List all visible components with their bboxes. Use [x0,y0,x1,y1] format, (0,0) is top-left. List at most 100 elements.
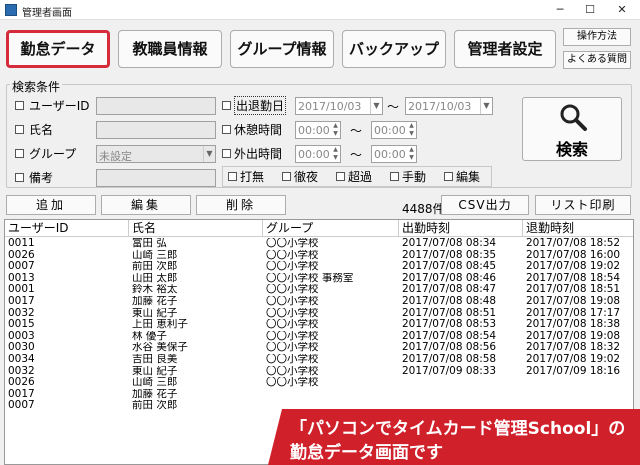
name-checkbox[interactable] [15,125,24,134]
flag-checkbox-dakunashi[interactable] [228,172,237,181]
flag-label-tetsuya: 徹夜 [294,170,319,184]
csv-export-button[interactable]: CSV出力 [441,195,529,215]
table-cell: 前田 次郎 [132,400,178,412]
chevron-down-icon[interactable]: ▼ [370,98,382,114]
table-cell: 2017/07/08 19:02 [526,354,621,365]
table-cell: 2017/07/08 18:52 [526,238,621,249]
record-count: 4488件 [402,202,445,216]
table-row[interactable]: 0011 富田 弘 〇〇小学校 2017/07/08 08:34 2017/07/08 … [5,238,633,250]
table-row[interactable]: 0017 加藤 花子 〇〇小学校 2017/07/08 08:48 2017/07/08… [5,296,633,308]
table-cell: 2017/07/08 08:48 [402,296,497,307]
howto-button[interactable]: 操作方法 [563,28,631,46]
flag-checkbox-tetsuya[interactable] [282,172,291,181]
table-cell: 〇〇小学校 [266,377,319,389]
banner-line-1: 「パソコンでタイムカード管理School」の [290,419,626,439]
break-to-input[interactable]: 00:00 ▲ ▼ [371,121,417,139]
print-list-button[interactable]: リスト印刷 [535,195,631,215]
add-button[interactable]: 追加 [6,195,96,215]
remarks-checkbox[interactable] [15,173,24,182]
table-header: ユーザーID 氏名 グループ 出勤時刻 退勤時刻 [5,220,633,237]
table-cell: 0015 [8,319,35,331]
flag-label-shudou: 手動 [402,170,427,184]
chevron-down-icon[interactable]: ▼ [480,98,492,114]
table-cell: 2017/07/08 18:38 [526,319,621,331]
name-input[interactable] [96,121,216,139]
table-cell: 2017/07/09 08:33 [402,365,497,377]
date-from-input[interactable]: 2017/10/03 ▼ [295,97,383,115]
table-cell: 0026 [8,249,35,261]
table-cell: 0017 [8,296,35,307]
user-id-checkbox[interactable] [15,101,24,110]
table-cell: 山田 太郎 [132,272,178,284]
minimize-icon[interactable]: ─ [548,2,572,18]
date-tilde: 〜 [387,100,400,114]
flag-checkbox-shudou[interactable] [390,172,399,181]
out-checkbox[interactable] [222,149,231,158]
remarks-input[interactable] [96,169,216,187]
group-select[interactable]: 未設定 ▼ [96,145,216,163]
column-header-clock-in[interactable]: 出勤時刻 [399,220,523,237]
spinner-icon[interactable]: ▲ ▼ [331,146,340,162]
tab-admin-settings[interactable]: 管理者設定 [454,30,556,68]
table-cell: 0032 [8,307,35,319]
table-cell: 2017/07/08 18:51 [526,284,621,296]
table-row[interactable]: 0007 前田 次郎 〇〇小学校 2017/07/08 08:45 2017/07/08… [5,261,633,273]
table-cell: 2017/07/08 08:35 [402,249,497,261]
break-from-value: 00:00 [298,124,330,137]
column-header-group[interactable]: グループ [263,220,399,237]
table-cell: 2017/07/08 18:54 [526,272,621,284]
spinner-icon[interactable]: ▲ ▼ [407,146,416,162]
edit-button[interactable]: 編集 [101,195,191,215]
table-cell: 山崎 三郎 [132,377,178,389]
table-row[interactable]: 0015 上田 恵利子 〇〇小学校 2017/07/08 08:53 2017/07/0… [5,319,633,331]
flag-checkbox-chouka[interactable] [336,172,345,181]
table-cell: 2017/07/08 17:17 [526,307,621,319]
column-header-clock-out[interactable]: 退勤時刻 [523,220,633,237]
table-row[interactable]: 0003 林 優子 〇〇小学校 2017/07/08 08:54 2017/07/08 … [5,331,633,343]
flag-checkbox-henshu[interactable] [444,172,453,181]
search-button[interactable]: 検索 [522,97,622,161]
table-row[interactable]: 0001 鈴木 裕太 〇〇小学校 2017/07/08 08:47 2017/07/08… [5,284,633,296]
search-icon [560,104,587,131]
break-checkbox[interactable] [222,125,231,134]
column-header-user-id[interactable]: ユーザーID [5,220,129,237]
break-from-input[interactable]: 00:00 ▲ ▼ [295,121,341,139]
user-id-input[interactable] [96,97,216,115]
table-cell: 0011 [8,238,35,249]
faq-button[interactable]: よくある質問 [563,51,631,69]
table-cell: 2017/07/08 18:32 [526,342,621,354]
group-checkbox[interactable] [15,149,24,158]
tab-group-info[interactable]: グループ情報 [230,30,334,68]
spinner-icon[interactable]: ▲ ▼ [331,122,340,138]
table-row[interactable]: 0017 加藤 花子 [5,389,633,401]
table-row[interactable]: 0026 山崎 三郎 〇〇小学校 2017/07/08 08:35 2017/07/08… [5,249,633,262]
table-row[interactable]: 0034 吉田 良美 〇〇小学校 2017/07/08 08:58 2017/07/08… [5,354,633,366]
column-header-name[interactable]: 氏名 [129,220,263,237]
table-cell: 富田 弘 [132,238,167,249]
delete-button[interactable]: 削除 [196,195,286,215]
tab-backup[interactable]: バックアップ [342,30,446,68]
flag-label-henshu: 編集 [456,170,481,184]
table-cell: 山崎 三郎 [132,249,178,261]
table-cell: 2017/07/08 08:34 [402,238,497,249]
out-to-input[interactable]: 00:00 ▲ ▼ [371,145,417,163]
table-row[interactable]: 0013 山田 太郎 〇〇小学校 事務室 2017/07/08 08:46 2017/0… [5,272,633,285]
date-checkbox[interactable] [222,101,231,110]
tab-staff-info[interactable]: 教職員情報 [118,30,222,68]
date-to-input[interactable]: 2017/10/03 ▼ [405,97,493,115]
maximize-icon[interactable]: ☐ [578,2,602,18]
table-cell: 0030 [8,342,35,354]
table-cell: 2017/07/08 08:53 [402,319,497,331]
table-row[interactable]: 0032 東山 紀子 〇〇小学校 2017/07/08 08:51 2017/07/08… [5,307,633,320]
table-cell: 〇〇小学校 [266,249,319,261]
table-row[interactable]: 0032 東山 紀子 〇〇小学校 2017/07/09 08:33 2017/07/09… [5,365,633,378]
table-row[interactable]: 0030 水谷 美保子 〇〇小学校 2017/07/08 08:56 2017/07/0… [5,342,633,354]
chevron-down-icon[interactable]: ▼ [203,146,215,162]
tab-kintai-data[interactable]: 勤怠データ [6,30,110,68]
table-cell: 2017/07/08 08:51 [402,307,497,319]
table-cell: 鈴木 裕太 [132,284,178,296]
spinner-icon[interactable]: ▲ ▼ [407,122,416,138]
table-row[interactable]: 0026 山崎 三郎 〇〇小学校 [5,377,633,389]
out-from-input[interactable]: 00:00 ▲ ▼ [295,145,341,163]
close-icon[interactable]: ✕ [610,2,634,18]
